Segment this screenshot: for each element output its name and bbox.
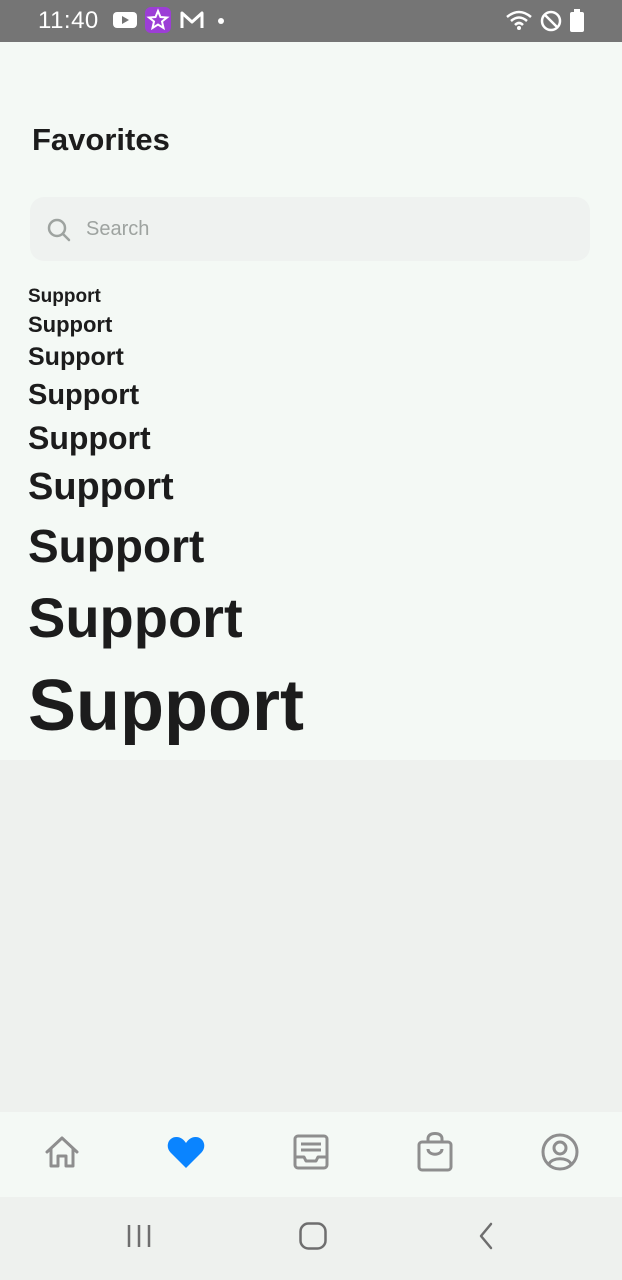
notification-dot-icon	[218, 18, 224, 24]
support-item[interactable]: Support	[28, 523, 204, 569]
recent-apps-icon	[124, 1223, 154, 1254]
support-item[interactable]: Support	[28, 287, 101, 306]
support-item[interactable]: Support	[28, 381, 139, 410]
system-nav-bar	[0, 1197, 622, 1280]
support-item[interactable]: Support	[28, 345, 124, 370]
recent-apps-button[interactable]	[109, 1217, 169, 1259]
tab-account[interactable]	[498, 1112, 622, 1197]
star-app-icon	[145, 7, 171, 38]
bottom-tab-bar	[0, 1112, 622, 1197]
account-icon	[540, 1132, 580, 1177]
status-time: 11:40	[38, 7, 99, 34]
tab-home[interactable]	[0, 1112, 124, 1197]
support-item[interactable]: Support	[28, 468, 174, 506]
support-item[interactable]: Support	[28, 422, 151, 454]
support-item[interactable]: Support	[28, 314, 112, 336]
search-input[interactable]: Search	[30, 197, 590, 261]
home-icon	[43, 1133, 81, 1176]
support-item[interactable]: Support	[28, 590, 243, 646]
orders-icon	[292, 1133, 330, 1176]
status-bar: 11:40	[0, 0, 622, 42]
youtube-icon	[112, 9, 138, 36]
back-button[interactable]	[457, 1217, 517, 1259]
tab-bag[interactable]	[373, 1112, 497, 1197]
do-not-disturb-icon	[539, 9, 563, 38]
home-button[interactable]	[283, 1217, 343, 1259]
support-item[interactable]: Support	[28, 670, 304, 742]
m-app-icon	[179, 9, 205, 36]
shopping-bag-icon	[416, 1131, 454, 1177]
home-button-icon	[298, 1221, 328, 1256]
tab-orders[interactable]	[249, 1112, 373, 1197]
battery-icon	[569, 9, 585, 38]
search-placeholder: Search	[86, 218, 150, 240]
empty-area	[0, 760, 622, 1112]
back-icon	[475, 1221, 499, 1256]
search-icon	[46, 217, 72, 248]
wifi-icon	[505, 9, 533, 38]
favorites-screen: Favorites Search Support Support Support…	[0, 42, 622, 760]
heart-icon	[166, 1134, 206, 1175]
page-title: Favorites	[32, 122, 170, 157]
tab-favorites[interactable]	[124, 1112, 248, 1197]
